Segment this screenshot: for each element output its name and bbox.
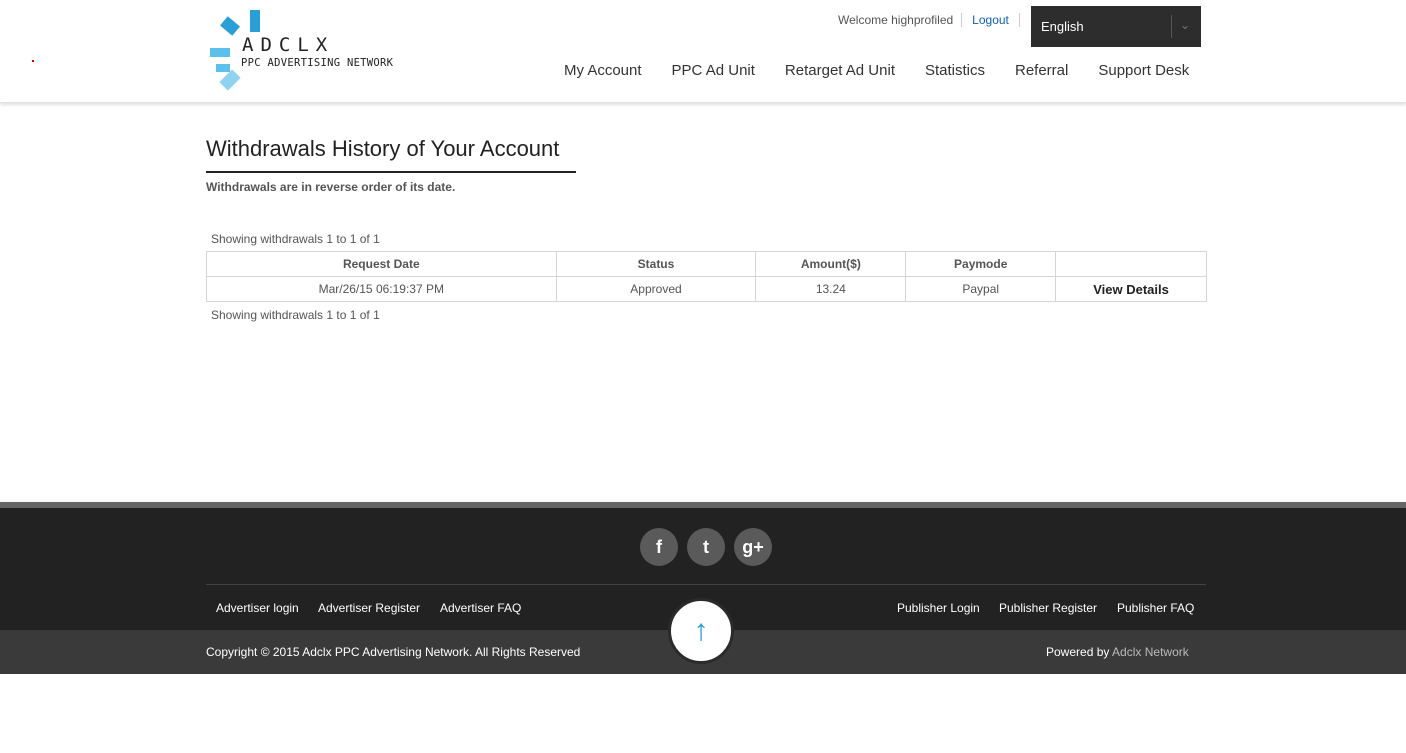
cell-amount: 13.24: [755, 276, 907, 302]
copyright-text: Copyright © 2015 Adclx PPC Advertising N…: [206, 645, 581, 659]
nav-item-support-desk[interactable]: Support Desk: [1083, 62, 1204, 79]
logo-mark-bar: [216, 64, 230, 72]
chevron-down-icon: ⌄: [1180, 18, 1191, 32]
welcome-text: Welcome highprofiled: [830, 13, 963, 27]
powered-by-brand-link[interactable]: Adclx Network: [1112, 645, 1189, 659]
footer-divider: [206, 584, 1206, 585]
nav-item-ppc-ad-unit[interactable]: PPC Ad Unit: [657, 62, 770, 79]
cell-status: Approved: [555, 276, 757, 302]
nav-item-referral[interactable]: Referral: [1000, 62, 1083, 79]
powered-by: Powered by Adclx Network: [1046, 645, 1189, 659]
advertiser-login-link[interactable]: Advertiser login: [216, 601, 299, 615]
page-title: Withdrawals History of Your Account: [206, 136, 576, 173]
decorative-dot: [32, 60, 34, 62]
cell-request-date: Mar/26/15 06:19:37 PM: [206, 276, 557, 302]
google-plus-icon[interactable]: g+: [734, 528, 772, 566]
view-details-link[interactable]: View Details: [1055, 276, 1207, 302]
language-select[interactable]: English ⌄: [1031, 6, 1201, 47]
logo-mark-bar: [220, 16, 240, 36]
nav-item-statistics[interactable]: Statistics: [910, 62, 1000, 79]
logo-mark-bar: [219, 69, 241, 91]
user-links: Welcome highprofiled Logout: [830, 12, 1020, 28]
powered-by-prefix: Powered by: [1046, 645, 1110, 659]
twitter-icon[interactable]: t: [687, 528, 725, 566]
column-header-amount: Amount($): [755, 251, 907, 277]
nav-item-my-account[interactable]: My Account: [549, 62, 657, 79]
publisher-faq-link[interactable]: Publisher FAQ: [1117, 601, 1194, 615]
cell-paymode: Paypal: [905, 276, 1057, 302]
logout-link[interactable]: Logout: [962, 13, 1020, 27]
publisher-register-link[interactable]: Publisher Register: [999, 601, 1097, 615]
facebook-icon[interactable]: f: [640, 528, 678, 566]
advertiser-faq-link[interactable]: Advertiser FAQ: [440, 601, 521, 615]
table-header-row: Request Date Status Amount($) Paymode: [206, 251, 1207, 277]
logo-mark-bar: [210, 48, 230, 57]
advertiser-register-link[interactable]: Advertiser Register: [318, 601, 420, 615]
select-divider: [1171, 15, 1172, 38]
column-header-status: Status: [555, 251, 757, 277]
publisher-login-link[interactable]: Publisher Login: [897, 601, 980, 615]
page-subtitle: Withdrawals are in reverse order of its …: [206, 180, 456, 194]
language-value: English: [1041, 19, 1084, 34]
results-count-bottom: Showing withdrawals 1 to 1 of 1: [211, 308, 380, 322]
results-count-top: Showing withdrawals 1 to 1 of 1: [211, 232, 380, 246]
logo-mark-bar: [250, 10, 260, 32]
scroll-to-top-button[interactable]: ↑: [668, 598, 734, 664]
site-logo[interactable]: ADCLX PPC ADVERTISING NETWORK: [206, 8, 416, 92]
logo-subtitle: PPC ADVERTISING NETWORK: [241, 57, 394, 69]
arrow-up-icon: ↑: [693, 614, 709, 647]
column-header-request-date: Request Date: [206, 251, 557, 277]
column-header-action: [1055, 251, 1207, 277]
main-nav: My Account PPC Ad Unit Retarget Ad Unit …: [549, 62, 1204, 79]
column-header-paymode: Paymode: [905, 251, 1057, 277]
withdrawals-table: Request Date Status Amount($) Paymode Ma…: [206, 251, 1207, 302]
logo-title: ADCLX: [242, 34, 335, 56]
nav-item-retarget-ad-unit[interactable]: Retarget Ad Unit: [770, 62, 910, 79]
table-row: Mar/26/15 06:19:37 PM Approved 13.24 Pay…: [206, 276, 1207, 302]
